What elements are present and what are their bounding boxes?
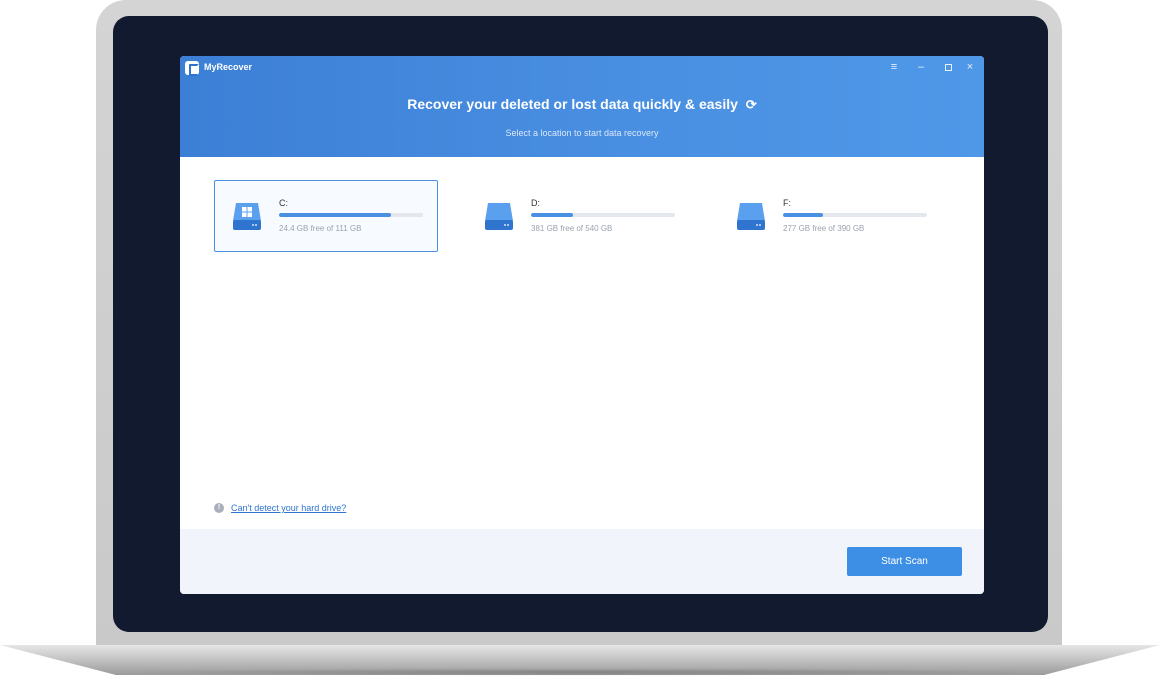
title-bar: MyRecover ≡ – × [180,56,984,78]
hard-drive-icon [485,203,513,230]
page-title-text: Recover your deleted or lost data quickl… [407,96,738,112]
hard-drive-icon [737,203,765,230]
drive-capacity: 381 GB free of 540 GB [531,224,613,233]
app-window: MyRecover ≡ – × Recover your deleted or … [180,56,984,594]
drive-label: F: [783,198,791,208]
windows-drive-icon [233,203,261,230]
app-name: MyRecover [204,62,253,72]
menu-icon[interactable]: ≡ [886,59,902,75]
page-title: Recover your deleted or lost data quickl… [180,96,984,113]
drive-usage-bar [279,213,423,217]
maximize-icon[interactable] [940,59,956,75]
drive-capacity: 24.4 GB free of 111 GB [279,224,362,233]
page-subtitle: Select a location to start data recovery [505,128,659,138]
drive-capacity: 277 GB free of 390 GB [783,224,865,233]
drive-usage-bar [531,213,675,217]
drive-card-f[interactable]: F: 277 GB free of 390 GB [718,180,942,252]
drive-label: D: [531,198,540,208]
drive-usage-bar [783,213,927,217]
minimize-icon[interactable]: – [913,59,929,75]
drive-card-c[interactable]: C: 24.4 GB free of 111 GB [214,180,438,252]
app-footer: Start Scan [180,529,984,594]
app-header: MyRecover ≡ – × Recover your deleted or … [180,56,984,157]
drive-label: C: [279,198,288,208]
close-icon[interactable]: × [962,59,978,75]
cant-detect-drive-link[interactable]: Can't detect your hard drive? [231,503,346,513]
drive-card-d[interactable]: D: 381 GB free of 540 GB [466,180,690,252]
refresh-icon[interactable]: ⟳ [746,97,757,113]
info-icon: ! [214,503,224,513]
start-scan-button[interactable]: Start Scan [847,547,962,576]
laptop-base-shadow [110,668,1050,676]
app-logo-icon [185,61,199,76]
